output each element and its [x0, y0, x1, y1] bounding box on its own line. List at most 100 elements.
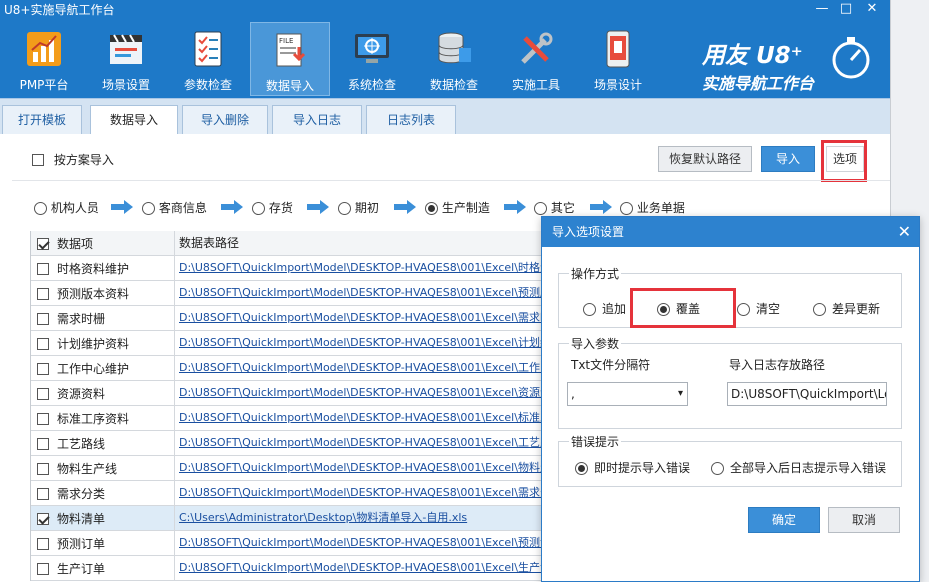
row-checkbox[interactable]	[37, 287, 49, 300]
step-label: 业务单据	[636, 201, 685, 215]
data-table-path-link[interactable]: D:\U8SOFT\QuickImport\Model\DESKTOP-HVAQ…	[175, 306, 579, 331]
maximize-button[interactable]: □	[834, 0, 858, 20]
ribbon-scene-settings[interactable]: 场景设置	[86, 22, 166, 96]
tab-import-log[interactable]: 导入日志	[272, 105, 362, 135]
radio[interactable]	[534, 202, 547, 215]
row-checkbox[interactable]	[37, 462, 49, 475]
row-checkbox[interactable]	[37, 337, 49, 350]
minimize-button[interactable]: —	[810, 0, 834, 20]
mode-diff-update[interactable]: 差异更新	[813, 300, 880, 317]
row-checkbox[interactable]	[37, 537, 49, 550]
radio[interactable]	[252, 202, 265, 215]
data-item-name: 计划维护资料	[57, 336, 130, 351]
error-option-label: 即时提示导入错误	[594, 461, 691, 475]
data-table-path-link[interactable]: D:\U8SOFT\QuickImport\Model\DESKTOP-HVAQ…	[175, 456, 579, 481]
ribbon-label: 数据检查	[429, 78, 478, 92]
data-table-path-link[interactable]: D:\U8SOFT\QuickImport\Model\DESKTOP-HVAQ…	[175, 481, 579, 506]
row-checkbox[interactable]	[37, 262, 49, 275]
step-customer[interactable]: 客商信息	[142, 199, 207, 216]
row-checkbox[interactable]	[37, 362, 49, 375]
row-checkbox[interactable]	[37, 487, 49, 500]
step-other[interactable]: 其它	[534, 199, 575, 216]
data-table-path-link[interactable]: D:\U8SOFT\QuickImport\Model\DESKTOP-HVAQ…	[175, 531, 579, 556]
ribbon-param-check[interactable]: 参数检查	[168, 22, 248, 96]
tab-import-delete[interactable]: 导入删除	[182, 105, 268, 135]
ribbon-tools[interactable]: 实施工具	[496, 22, 576, 96]
log-path-field[interactable]: D:\U8SOFT\QuickImport\Log	[727, 382, 887, 406]
radio[interactable]	[34, 202, 47, 215]
step-opening[interactable]: 期初	[338, 199, 379, 216]
table-row[interactable]: 工艺路线 D:\U8SOFT\QuickImport\Model\DESKTOP-…	[31, 431, 578, 456]
error-immediate[interactable]: 即时提示导入错误	[575, 459, 690, 476]
ribbon-scene-design[interactable]: 场景设计	[578, 22, 658, 96]
scheme-import-checkbox[interactable]: 按方案导入	[32, 151, 114, 168]
step-manufacturing[interactable]: 生产制造	[425, 199, 490, 216]
table-row[interactable]: 需求时栅 D:\U8SOFT\QuickImport\Model\DESKTOP-…	[31, 306, 578, 331]
radio[interactable]	[142, 202, 155, 215]
txt-separator-select[interactable]: , ▾	[567, 382, 688, 406]
row-checkbox[interactable]	[37, 312, 49, 325]
row-checkbox[interactable]	[37, 562, 49, 575]
data-table-path-link[interactable]: D:\U8SOFT\QuickImport\Model\DESKTOP-HVAQ…	[175, 256, 579, 281]
radio[interactable]	[425, 202, 438, 215]
tab-log-list[interactable]: 日志列表	[366, 105, 456, 135]
import-button[interactable]: 导入	[761, 146, 815, 172]
txt-separator-value: ,	[571, 387, 575, 401]
table-row[interactable]: 计划维护资料 D:\U8SOFT\QuickImport\Model\DESKTO…	[31, 331, 578, 356]
data-item-name: 预测版本资料	[57, 286, 130, 301]
error-after-import[interactable]: 全部导入后日志提示导入错误	[711, 459, 886, 476]
data-item-name: 需求分类	[57, 486, 106, 501]
table-row[interactable]: 工作中心维护 D:\U8SOFT\QuickImport\Model\DESKTO…	[31, 356, 578, 381]
data-table-path-link[interactable]: D:\U8SOFT\QuickImport\Model\DESKTOP-HVAQ…	[175, 281, 579, 306]
radio[interactable]	[583, 303, 596, 316]
ribbon-system-check[interactable]: 系统检查	[332, 22, 412, 96]
data-table-path-link[interactable]: D:\U8SOFT\QuickImport\Model\DESKTOP-HVAQ…	[175, 356, 579, 381]
data-table-path-link[interactable]: D:\U8SOFT\QuickImport\Model\DESKTOP-HVAQ…	[175, 556, 579, 581]
ribbon-pmp[interactable]: PMP平台	[4, 22, 84, 96]
row-checkbox[interactable]	[37, 437, 49, 450]
tab-data-import[interactable]: 数据导入	[90, 105, 178, 136]
mode-append[interactable]: 追加	[583, 300, 626, 317]
table-row[interactable]: 资源资料 D:\U8SOFT\QuickImport\Model\DESKTOP-…	[31, 381, 578, 406]
radio[interactable]	[711, 462, 724, 475]
data-table-path-link[interactable]: D:\U8SOFT\QuickImport\Model\DESKTOP-HVAQ…	[175, 406, 579, 431]
ribbon-data-check[interactable]: 数据检查	[414, 22, 494, 96]
radio[interactable]	[575, 462, 588, 475]
divider	[12, 180, 890, 181]
row-checkbox[interactable]	[37, 412, 49, 425]
table-row[interactable]: 时格资料维护 D:\U8SOFT\QuickImport\Model\DESKTO…	[31, 256, 578, 281]
table-row[interactable]: 标准工序资料 D:\U8SOFT\QuickImport\Model\DESKTO…	[31, 406, 578, 431]
table-row[interactable]: 需求分类 D:\U8SOFT\QuickImport\Model\DESKTOP-…	[31, 481, 578, 506]
data-table-path-link[interactable]: D:\U8SOFT\QuickImport\Model\DESKTOP-HVAQ…	[175, 431, 579, 456]
close-icon[interactable]: ✕	[898, 217, 911, 247]
tab-open-template[interactable]: 打开模板	[2, 105, 82, 135]
ribbon-data-import[interactable]: FILE 数据导入	[250, 22, 330, 96]
restore-default-path-button[interactable]: 恢复默认路径	[658, 146, 752, 172]
scheme-import-label: 按方案导入	[53, 153, 114, 167]
step-label: 其它	[550, 201, 575, 215]
table-row[interactable]: 预测订单 D:\U8SOFT\QuickImport\Model\DESKTOP-…	[31, 531, 578, 556]
table-row[interactable]: 物料清单 C:\Users\Administrator\Desktop\物料清单导…	[31, 506, 578, 531]
step-inventory[interactable]: 存货	[252, 199, 293, 216]
step-org[interactable]: 机构人员	[34, 199, 99, 216]
radio[interactable]	[620, 202, 633, 215]
mode-clear[interactable]: 清空	[737, 300, 780, 317]
checkbox[interactable]	[32, 153, 44, 166]
brand-logo: 用友 U8⁺ 实施导航工作台	[700, 34, 880, 104]
table-row[interactable]: 生产订单 D:\U8SOFT\QuickImport\Model\DESKTOP-…	[31, 556, 579, 581]
row-checkbox[interactable]	[37, 512, 49, 525]
data-table-path-link[interactable]: C:\Users\Administrator\Desktop\物料清单导入-自用…	[175, 506, 579, 531]
radio[interactable]	[737, 303, 750, 316]
row-checkbox[interactable]	[37, 387, 49, 400]
select-all-checkbox[interactable]	[37, 237, 49, 250]
step-documents[interactable]: 业务单据	[620, 199, 685, 216]
close-window-button[interactable]: ✕	[860, 0, 884, 20]
table-row[interactable]: 物料生产线 D:\U8SOFT\QuickImport\Model\DESKTOP…	[31, 456, 578, 481]
cancel-button[interactable]: 取消	[828, 507, 900, 533]
data-table-path-link[interactable]: D:\U8SOFT\QuickImport\Model\DESKTOP-HVAQ…	[175, 381, 579, 406]
data-table-path-link[interactable]: D:\U8SOFT\QuickImport\Model\DESKTOP-HVAQ…	[175, 331, 579, 356]
radio[interactable]	[813, 303, 826, 316]
radio[interactable]	[338, 202, 351, 215]
table-row[interactable]: 预测版本资料 D:\U8SOFT\QuickImport\Model\DESKTO…	[31, 281, 578, 306]
ok-button[interactable]: 确定	[748, 507, 820, 533]
